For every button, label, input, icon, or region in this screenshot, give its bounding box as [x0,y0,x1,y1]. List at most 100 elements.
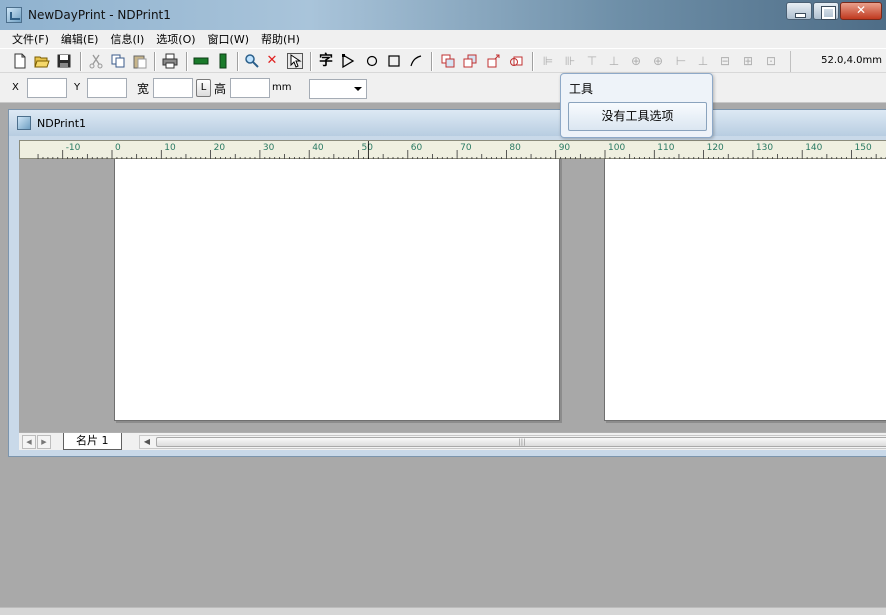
copy-icon[interactable] [110,53,126,69]
document-window: NDPrint1 -10 0 10 20 30 40 50 60 70 80 90 100 110 120… [8,109,886,457]
design-page[interactable] [114,159,560,421]
save-icon[interactable] [56,53,72,69]
scroll-left-icon[interactable]: ◀ [140,436,154,448]
sheet-tab-bar: ◀ ▶ 名片 1 ◀ ||| [19,432,886,450]
horizontal-ruler[interactable]: -10 0 10 20 30 40 50 60 70 80 90 100 110 120 130 140 150 [19,140,886,160]
width-label: 宽 [137,82,150,96]
ruler-label: 150 [855,143,872,153]
toolbar-separator [431,52,433,71]
properties-bar: X Y 宽 L 高 mm [0,73,886,103]
polyline-tool-icon[interactable] [340,53,356,69]
toolbar-separator [237,52,239,71]
property-select[interactable] [309,79,367,99]
toolbar-separator [154,52,156,71]
menu-help[interactable]: 帮助(H) [255,31,306,47]
close-button[interactable] [840,2,882,20]
same-height-icon[interactable]: ⊟ [717,53,733,69]
y-label: Y [74,82,81,93]
window-controls [785,2,882,20]
toolbar-separator [80,52,82,71]
ruler-label: 40 [312,143,324,153]
same-width-icon[interactable]: ⊞ [740,53,756,69]
menu-file[interactable]: 文件(F) [6,31,55,47]
height-label: 高 [214,82,227,96]
ruler-label: 110 [657,143,674,153]
ruler-label: 100 [608,143,625,153]
ruler-label: 50 [362,143,374,153]
ruler-label: 130 [756,143,773,153]
next-sheet-button[interactable]: ▶ [37,435,51,449]
align-left-icon[interactable]: ⊫ [540,53,556,69]
new-file-icon[interactable] [12,53,28,69]
rectangle-tool-icon[interactable] [386,53,402,69]
no-tool-options-button[interactable]: 没有工具选项 [568,102,707,131]
cut-icon[interactable] [88,53,104,69]
y-input[interactable] [87,78,127,98]
width-input[interactable] [153,78,193,98]
scrollbar-thumb[interactable]: ||| [156,437,886,447]
align-center-horizontal-icon[interactable]: ⊕ [650,53,666,69]
main-toolbar: ✕ 字 ⊫ ⊪ ⊤ ⊥ ⊕ ⊕ ⊢ ⊥ ⊟ ⊞ ⊡ 52.0,4.0mm [0,48,886,73]
toolbar-separator [186,52,188,71]
pointer-tool-icon[interactable] [287,53,303,69]
delete-icon[interactable]: ✕ [264,53,280,69]
x-label: X [12,82,19,93]
ruler-label: 10 [164,143,176,153]
ruler-label: 70 [460,143,472,153]
move-backward-icon[interactable] [508,53,524,69]
menu-edit[interactable]: 编辑(E) [55,31,105,47]
align-center-vertical-icon[interactable]: ⊕ [628,53,644,69]
align-right-icon[interactable]: ⊪ [562,53,578,69]
chevron-down-icon[interactable] [354,87,362,91]
tool-popup-title: 工具 [569,82,594,96]
portrait-icon[interactable] [215,53,231,69]
document-title: NDPrint1 [37,116,87,130]
paste-icon[interactable] [132,53,148,69]
menu-info[interactable]: 信息(I) [104,31,150,47]
distribute-horizontal-icon[interactable]: ⊢ [673,53,689,69]
unit-label: mm [272,82,292,93]
ruler-label: 120 [707,143,724,153]
x-input[interactable] [27,78,67,98]
ruler-label: 140 [805,143,822,153]
distribute-vertical-icon[interactable]: ⊥ [695,53,711,69]
window-title: NewDayPrint - NDPrint1 [28,8,171,22]
sheet-tab[interactable]: 名片 1 [63,433,122,450]
menu-window[interactable]: 窗口(W) [202,31,255,47]
app-icon [6,7,22,23]
ruler-label: 60 [411,143,423,153]
align-top-icon[interactable]: ⊤ [584,53,600,69]
ruler-label: 90 [559,143,571,153]
bring-front-icon[interactable] [440,53,456,69]
document-title-bar: NDPrint1 [9,110,886,136]
title-bar: NewDayPrint - NDPrint1 [0,0,886,30]
toolbar-separator [532,52,534,71]
move-forward-icon[interactable] [486,53,502,69]
height-input[interactable] [230,78,270,98]
same-size-icon[interactable]: ⊡ [763,53,779,69]
zoom-icon[interactable] [244,53,260,69]
ruler-label: 80 [509,143,521,153]
menu-bar: 文件(F) 编辑(E) 信息(I) 选项(O) 窗口(W) 帮助(H) [0,30,886,48]
landscape-icon[interactable] [193,53,209,69]
text-tool-icon[interactable]: 字 [318,53,334,69]
maximize-button[interactable] [813,2,839,20]
ruler-label: 30 [263,143,275,153]
toolbar-separator [310,52,312,71]
send-back-icon[interactable] [462,53,478,69]
cursor-coordinates: 52.0,4.0mm [821,55,882,66]
lock-ratio-button[interactable]: L [196,79,211,97]
open-file-icon[interactable] [34,53,50,69]
horizontal-scrollbar[interactable]: ◀ ||| [139,435,886,449]
ruler-label: 0 [115,143,121,153]
minimize-button[interactable] [786,2,812,20]
line-tool-icon[interactable] [408,53,424,69]
design-page[interactable] [604,159,886,421]
canvas-area[interactable] [19,159,886,432]
ruler-label: -10 [66,143,81,153]
align-bottom-icon[interactable]: ⊥ [606,53,622,69]
prev-sheet-button[interactable]: ◀ [22,435,36,449]
ellipse-tool-icon[interactable] [364,53,380,69]
print-icon[interactable] [162,53,178,69]
menu-options[interactable]: 选项(O) [150,31,201,47]
